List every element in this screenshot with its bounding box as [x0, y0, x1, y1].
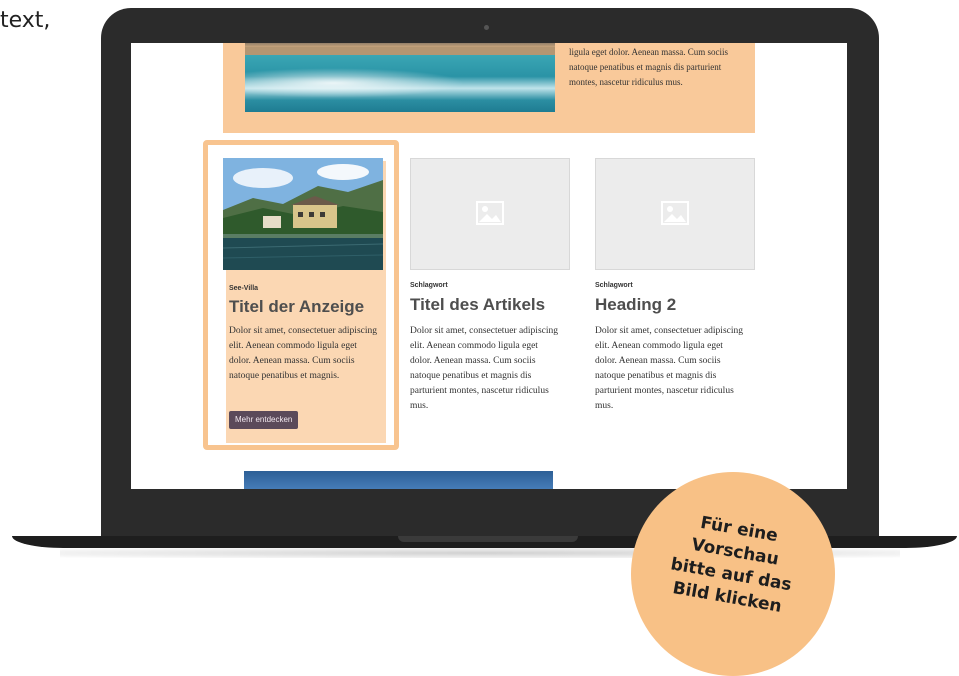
featured-text: ligula eget dolor. Aenean massa. Cum soc… [569, 47, 728, 87]
card-body: Dolor sit amet, consectetuer adipiscing … [595, 326, 743, 411]
preview-badge-text: Für eine Vorschau bitte auf das Bild kli… [625, 501, 842, 627]
laptop-notch [398, 536, 578, 542]
preview-badge[interactable]: Für eine Vorschau bitte auf das Bild kli… [631, 472, 835, 676]
image-placeholder-icon [661, 201, 689, 225]
card-tag: Schlagwort [595, 282, 633, 289]
lake-villa-image[interactable] [223, 158, 383, 270]
card-title[interactable]: Heading 2 [595, 295, 676, 315]
card-body: Dolor sit amet, consectetuer adipiscing … [229, 326, 377, 381]
pool-image[interactable] [245, 43, 555, 112]
card-title[interactable]: Titel des Artikels [410, 295, 545, 315]
card-tag: Schlagwort [410, 282, 448, 289]
discover-more-button[interactable]: Mehr entdecken [229, 411, 299, 429]
card-tag: See-Villa [229, 285, 259, 292]
featured-teaser[interactable]: ligula eget dolor. Aenean massa. Cum soc… [223, 43, 755, 133]
image-placeholder[interactable] [595, 158, 755, 270]
corner-text-fragment: text, [0, 8, 51, 33]
ad-card[interactable]: See-Villa Titel der Anzeige Dolor sit am… [223, 158, 386, 443]
laptop-screen[interactable]: ligula eget dolor. Aenean massa. Cum soc… [131, 43, 847, 489]
image-placeholder[interactable] [410, 158, 570, 270]
next-teaser-image[interactable] [244, 471, 553, 489]
card-body: Dolor sit amet, consectetuer adipiscing … [410, 326, 558, 411]
article-card[interactable]: Schlagwort Titel des Artikels Dolor sit … [410, 158, 570, 411]
article-card[interactable]: Schlagwort Heading 2 Dolor sit amet, con… [595, 158, 755, 411]
lake-villa-photo [223, 158, 383, 270]
pool-edge [245, 47, 555, 55]
water-foam [245, 68, 465, 98]
card-title[interactable]: Titel der Anzeige [229, 297, 364, 317]
image-placeholder-icon [476, 201, 504, 225]
webcam [484, 25, 489, 30]
